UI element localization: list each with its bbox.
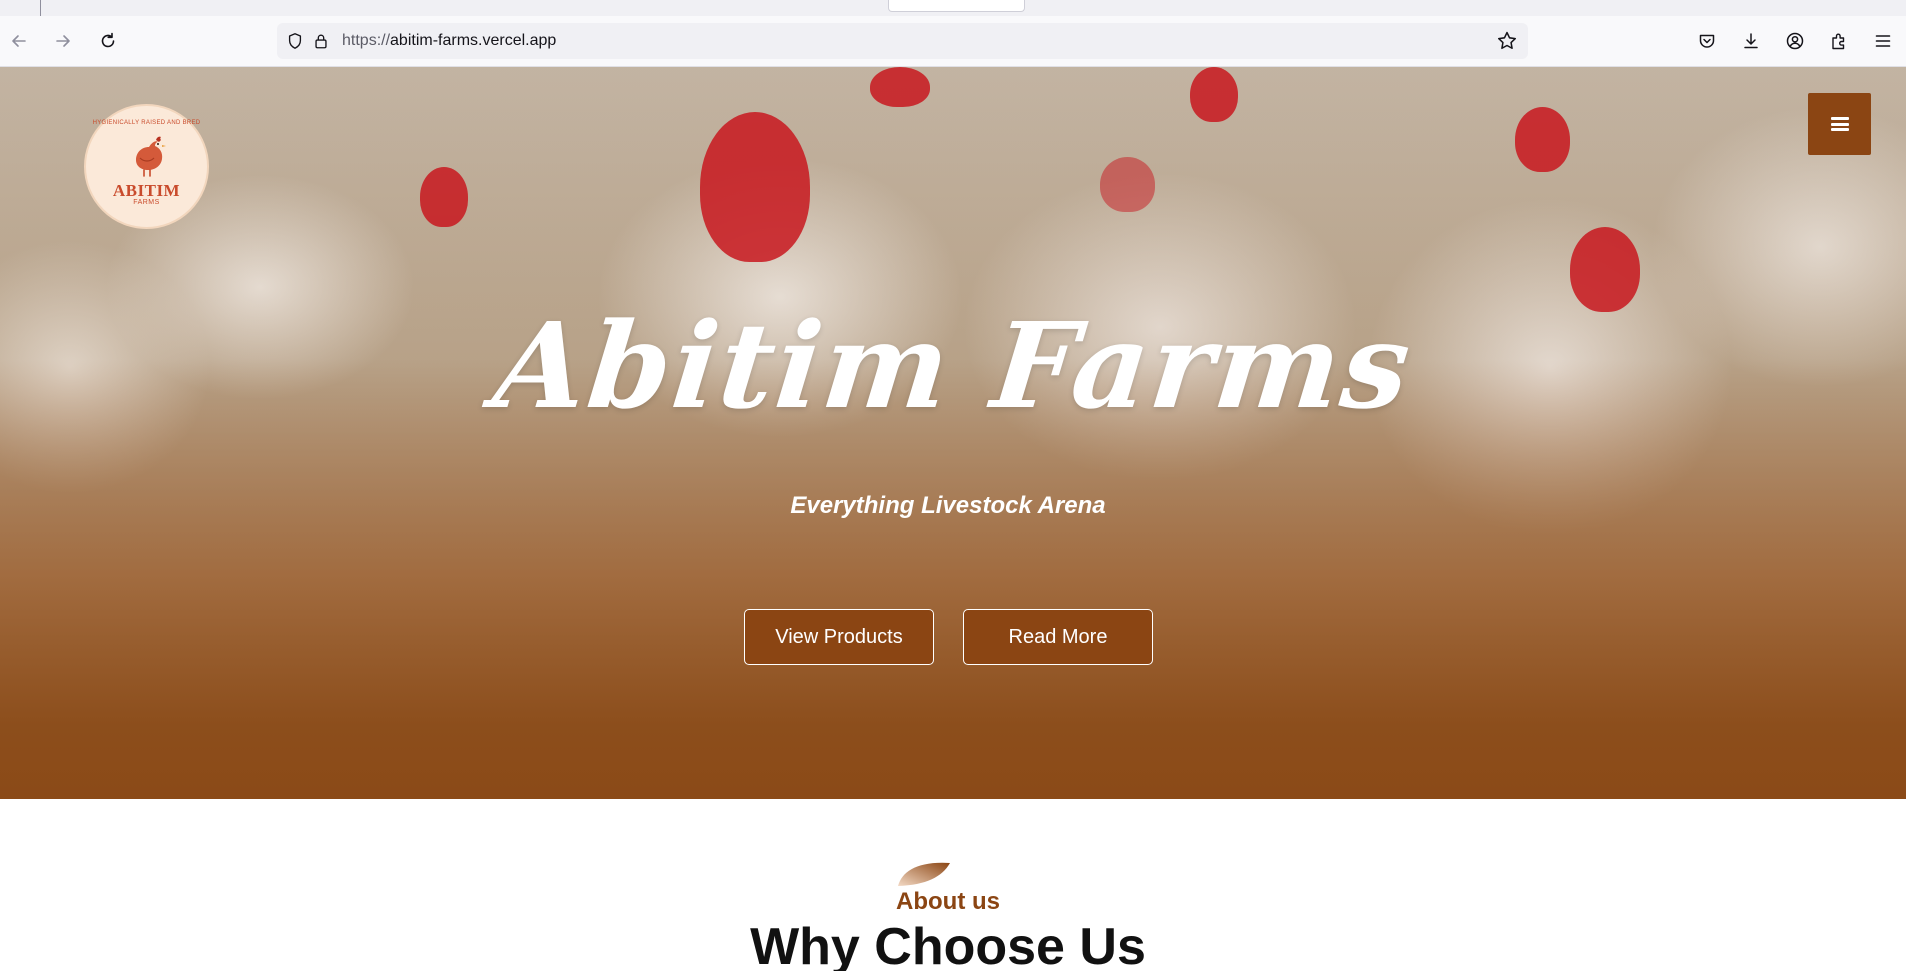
- toolbar-icons: [1676, 28, 1906, 54]
- hero-background-photo: [1100, 157, 1155, 212]
- hero-background-photo: [420, 167, 468, 227]
- browser-toolbar: https://abitim-farms.vercel.app: [0, 16, 1906, 67]
- url-bar[interactable]: https://abitim-farms.vercel.app: [277, 23, 1528, 59]
- back-arrow-icon[interactable]: [6, 28, 32, 54]
- pocket-icon[interactable]: [1694, 28, 1720, 54]
- hamburger-menu-icon[interactable]: [1870, 28, 1896, 54]
- section-heading: Why Choose Us: [750, 918, 1146, 971]
- download-icon[interactable]: [1738, 28, 1764, 54]
- url-scheme: https://: [342, 32, 391, 49]
- hero-background-photo: [700, 112, 810, 262]
- read-more-button[interactable]: Read More: [963, 609, 1153, 665]
- about-section: About us Why Choose Us: [0, 799, 1906, 971]
- extensions-icon[interactable]: [1826, 28, 1852, 54]
- url-text[interactable]: https://abitim-farms.vercel.app: [342, 32, 556, 50]
- account-icon[interactable]: [1782, 28, 1808, 54]
- site-logo[interactable]: HYGIENICALLY RAISED AND BRED ABITIM FARM…: [84, 104, 209, 229]
- leaf-icon: [898, 862, 950, 886]
- hero-title: Abitim Farms: [488, 296, 1419, 435]
- hero-background-photo: [1190, 67, 1238, 122]
- hero-subtitle: Everything Livestock Arena: [790, 492, 1106, 519]
- hero-background-photo: [1515, 107, 1570, 172]
- hen-icon: [135, 136, 166, 177]
- logo-arc-text: HYGIENICALLY RAISED AND BRED: [92, 120, 201, 126]
- forward-arrow-icon[interactable]: [50, 28, 76, 54]
- url-host: abitim-farms.vercel.app: [390, 32, 557, 49]
- hero-section: HYGIENICALLY RAISED AND BRED ABITIM FARM…: [0, 67, 1906, 799]
- logo-name: ABITIM: [112, 180, 181, 200]
- hero-background-photo: [1570, 227, 1640, 312]
- lock-icon[interactable]: [310, 30, 332, 52]
- active-tab[interactable]: [888, 0, 1025, 12]
- tab-strip: [0, 0, 1906, 16]
- site-menu-button[interactable]: [1808, 93, 1871, 155]
- shield-icon[interactable]: [284, 30, 306, 52]
- hero-background-photo: [870, 67, 930, 107]
- about-label: About us: [896, 888, 1000, 915]
- view-products-button[interactable]: View Products: [744, 609, 934, 665]
- tab-separator: [40, 0, 41, 16]
- star-icon[interactable]: [1496, 30, 1518, 52]
- hamburger-menu-icon: [1830, 117, 1849, 131]
- reload-icon[interactable]: [95, 28, 121, 54]
- logo-sub: FARMS: [133, 198, 160, 206]
